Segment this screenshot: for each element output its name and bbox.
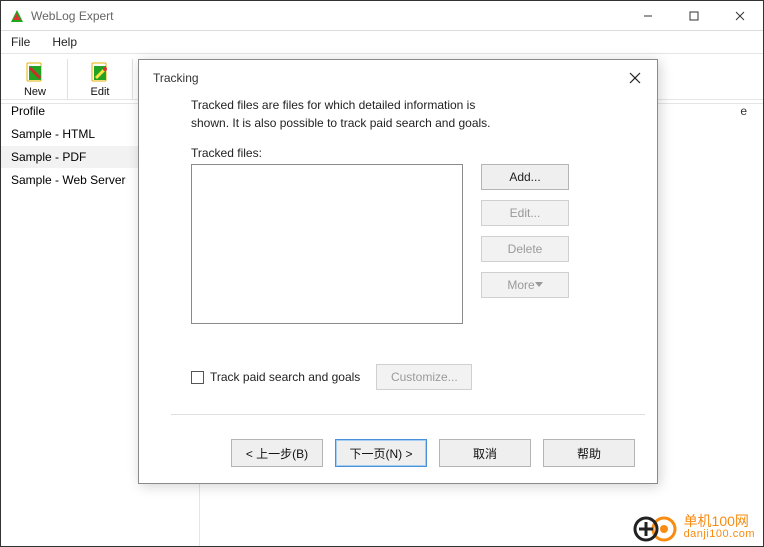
dialog-title: Tracking [153,71,199,85]
tracked-files-listbox[interactable] [191,164,463,324]
watermark-line1: 单机100网 [684,514,749,529]
edit-button: Edit... [481,200,569,226]
main-header-cut: e [740,104,747,118]
help-button[interactable]: 帮助 [543,439,635,467]
track-paid-row: Track paid search and goals Customize... [191,364,625,390]
watermark-line2: danji100.com [684,529,755,541]
watermark-logo-icon [632,512,678,542]
window-controls [625,1,763,31]
application-window: WebLog Expert File Help New Edit D [0,0,764,547]
next-button[interactable]: 下一页(N) > [335,439,427,467]
dialog-description-line1: Tracked files are files for which detail… [191,96,625,114]
tracked-files-label: Tracked files: [191,146,625,160]
toolbar-separator [132,59,133,99]
toolbar-edit[interactable]: Edit [70,57,130,101]
tracked-files-row: Add... Edit... Delete More [191,164,625,324]
toolbar-new[interactable]: New [5,57,65,101]
back-button[interactable]: < 上一步(B) [231,439,323,467]
more-button-label: More [507,278,534,292]
new-icon [23,60,47,84]
menubar: File Help [1,31,763,53]
app-icon [9,8,25,24]
chevron-down-icon [535,282,543,288]
toolbar-separator [67,59,68,99]
tracked-files-buttons: Add... Edit... Delete More [481,164,569,324]
dialog-description: Tracked files are files for which detail… [191,96,625,132]
watermark: 单机100网 danji100.com [632,512,755,542]
close-button[interactable] [717,1,763,31]
dialog-separator [171,414,645,415]
add-button[interactable]: Add... [481,164,569,190]
toolbar-new-label: New [24,86,46,98]
menu-file[interactable]: File [7,33,34,51]
dialog-close-button[interactable] [625,68,645,88]
customize-button: Customize... [376,364,472,390]
maximize-button[interactable] [671,1,717,31]
cancel-button[interactable]: 取消 [439,439,531,467]
dialog-body: Tracked files are files for which detail… [139,96,657,425]
minimize-button[interactable] [625,1,671,31]
watermark-text: 单机100网 danji100.com [684,514,755,540]
track-paid-label: Track paid search and goals [210,370,360,384]
more-button: More [481,272,569,298]
titlebar: WebLog Expert [1,1,763,31]
edit-icon [88,60,112,84]
dialog-description-line2: shown. It is also possible to track paid… [191,114,625,132]
tracking-dialog: Tracking Tracked files are files for whi… [138,59,658,484]
dialog-actions: < 上一步(B) 下一页(N) > 取消 帮助 [139,425,657,483]
menu-help[interactable]: Help [48,33,81,51]
track-paid-checkbox[interactable] [191,371,204,384]
delete-button: Delete [481,236,569,262]
dialog-titlebar: Tracking [139,60,657,96]
toolbar-edit-label: Edit [91,86,110,98]
window-title: WebLog Expert [31,9,625,23]
